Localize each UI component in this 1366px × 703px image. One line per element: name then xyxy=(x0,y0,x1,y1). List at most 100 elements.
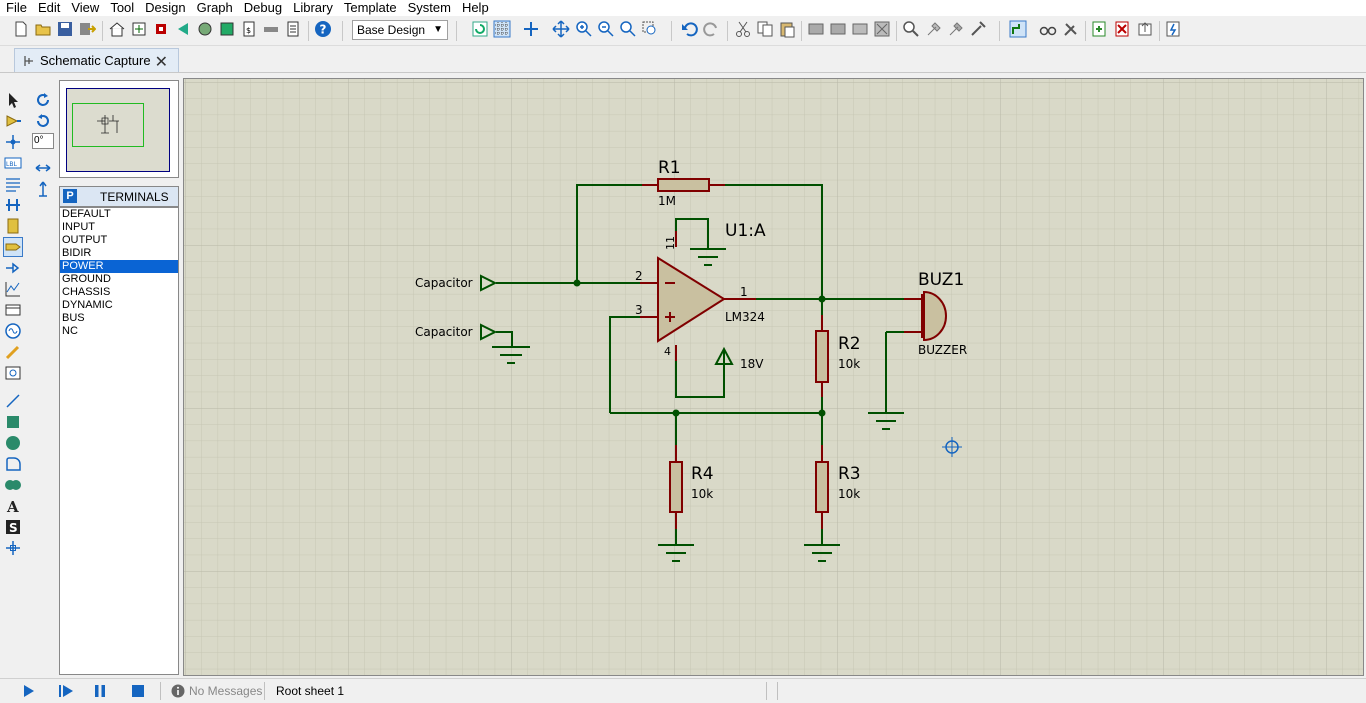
schematic-icon[interactable] xyxy=(130,20,148,38)
gerber-icon[interactable] xyxy=(218,20,236,38)
device-pins-icon[interactable] xyxy=(4,259,22,277)
virtual-instruments-icon[interactable] xyxy=(4,364,22,382)
3d-icon[interactable] xyxy=(196,20,214,38)
menu-template[interactable]: Template xyxy=(338,0,402,16)
buz1-value-label: BUZZER xyxy=(918,343,967,357)
terminal-item-bidir[interactable]: BIDIR xyxy=(60,247,178,260)
u1-pin-vcc: 4 xyxy=(664,345,671,358)
svg-text:$: $ xyxy=(246,26,251,35)
terminal-item-nc[interactable]: NC xyxy=(60,325,178,338)
play-icon[interactable] xyxy=(20,683,36,699)
r1-ref-label: R1 xyxy=(658,158,681,178)
menu-debug[interactable]: Debug xyxy=(238,0,287,16)
stop-icon[interactable] xyxy=(130,683,146,699)
tab-schematic-capture[interactable]: Schematic Capture ✕ xyxy=(14,48,179,72)
selection-mode-icon[interactable] xyxy=(4,91,22,109)
box-tool-icon[interactable] xyxy=(4,413,22,431)
main-toolbar: $ ? xyxy=(0,17,1366,46)
supply-label-18v: 18V xyxy=(740,357,764,371)
svg-text:LBL: LBL xyxy=(6,161,17,168)
u1-value-label: LM324 xyxy=(725,310,765,324)
symbol-tool-icon[interactable]: S xyxy=(4,518,22,536)
terminal-label-capacitor-1: Capacitor xyxy=(415,276,473,290)
terminal-item-input[interactable]: INPUT xyxy=(60,221,178,234)
line-tool-icon[interactable] xyxy=(4,392,22,410)
terminal-item-ground[interactable]: GROUND xyxy=(60,273,178,286)
menu-system[interactable]: System xyxy=(402,0,456,16)
help-icon[interactable]: ? xyxy=(314,20,332,38)
rotate-anticlockwise-icon[interactable] xyxy=(34,112,52,130)
terminal-item-dynamic[interactable]: DYNAMIC xyxy=(60,299,178,312)
menu-graph[interactable]: Graph xyxy=(191,0,238,16)
marker-tool-icon[interactable] xyxy=(4,539,22,557)
junction-dot-icon[interactable] xyxy=(4,133,22,151)
mirror-vertical-icon[interactable] xyxy=(34,180,52,198)
component-mode-icon[interactable] xyxy=(4,112,22,130)
terminal-item-power[interactable]: POWER xyxy=(60,260,178,273)
u1-ref-label: U1:A xyxy=(725,221,766,241)
mode-toolbar: LBL A S xyxy=(0,86,28,566)
overview-window[interactable] xyxy=(59,80,179,178)
messages-status[interactable]: No Messages xyxy=(189,684,262,698)
terminal-item-bus[interactable]: BUS xyxy=(60,312,178,325)
import-icon[interactable] xyxy=(78,20,96,38)
voltage-probe-icon[interactable] xyxy=(4,343,22,361)
buses-icon[interactable] xyxy=(4,196,22,214)
u1-pin-plus: 3 xyxy=(635,303,643,317)
save-icon[interactable] xyxy=(56,20,74,38)
graph-mode-icon[interactable] xyxy=(4,280,22,298)
design-variant-select[interactable]: Base Design ▼ xyxy=(352,20,448,40)
rotation-angle-input[interactable]: 0° xyxy=(32,133,54,149)
path-tool-icon[interactable] xyxy=(4,476,22,494)
open-folder-icon[interactable] xyxy=(34,20,52,38)
r4-value-label: 10k xyxy=(691,487,713,501)
terminals-title: TERMINALS xyxy=(100,190,169,204)
menu-file[interactable]: File xyxy=(0,0,32,16)
overview-thumbnail xyxy=(97,115,119,134)
notes-icon[interactable] xyxy=(284,20,302,38)
terminal-item-default[interactable]: DEFAULT xyxy=(60,208,178,221)
terminal-item-chassis[interactable]: CHASSIS xyxy=(60,286,178,299)
generator-mode-icon[interactable] xyxy=(4,322,22,340)
r3-value-label: 10k xyxy=(838,487,860,501)
subcircuit-icon[interactable] xyxy=(4,217,22,235)
back-icon[interactable] xyxy=(174,20,192,38)
terminals-mode-icon[interactable] xyxy=(3,237,23,257)
tab-bar: Schematic Capture ✕ xyxy=(0,48,1366,73)
text-script-icon[interactable] xyxy=(4,175,22,193)
menu-help[interactable]: Help xyxy=(456,0,494,16)
sheet-status: Root sheet 1 xyxy=(276,684,345,698)
info-icon xyxy=(170,683,186,699)
r2-ref-label: R2 xyxy=(838,334,861,354)
arc-tool-icon[interactable] xyxy=(4,455,22,473)
status-bar: No Messages Root sheet 1 xyxy=(0,678,1366,703)
menu-view[interactable]: View xyxy=(65,0,104,16)
svg-text:S: S xyxy=(9,521,18,535)
menu-library[interactable]: Library xyxy=(287,0,338,16)
wire-label-icon[interactable]: LBL xyxy=(4,154,22,172)
pick-terminal-button[interactable]: P xyxy=(63,189,77,203)
r2-value-label: 10k xyxy=(838,357,860,371)
pause-icon[interactable] xyxy=(92,683,108,699)
terminal-item-output[interactable]: OUTPUT xyxy=(60,234,178,247)
mirror-horizontal-icon[interactable] xyxy=(34,159,52,177)
pcb-icon[interactable] xyxy=(152,20,170,38)
menu-edit[interactable]: Edit xyxy=(32,0,65,16)
step-icon[interactable] xyxy=(58,683,74,699)
home-icon[interactable] xyxy=(108,20,126,38)
close-icon[interactable]: ✕ xyxy=(155,52,168,72)
design-icon[interactable] xyxy=(262,20,280,38)
text-tool-icon[interactable]: A xyxy=(4,497,22,515)
tab-label: Schematic Capture xyxy=(40,53,151,68)
rotate-clockwise-icon[interactable] xyxy=(34,91,52,109)
r3-ref-label: R3 xyxy=(838,464,861,484)
svg-text:?: ? xyxy=(320,23,327,37)
menu-tool[interactable]: Tool xyxy=(104,0,139,16)
svg-text:A: A xyxy=(6,498,19,515)
menu-design[interactable]: Design xyxy=(139,0,190,16)
schematic-canvas[interactable]: Capacitor Capacitor R1 1M U1:A LM324 2 3… xyxy=(183,78,1364,676)
tape-recorder-icon[interactable] xyxy=(4,301,22,319)
circle-tool-icon[interactable] xyxy=(4,434,22,452)
bom-icon[interactable]: $ xyxy=(240,20,258,38)
new-file-icon[interactable] xyxy=(12,20,30,38)
